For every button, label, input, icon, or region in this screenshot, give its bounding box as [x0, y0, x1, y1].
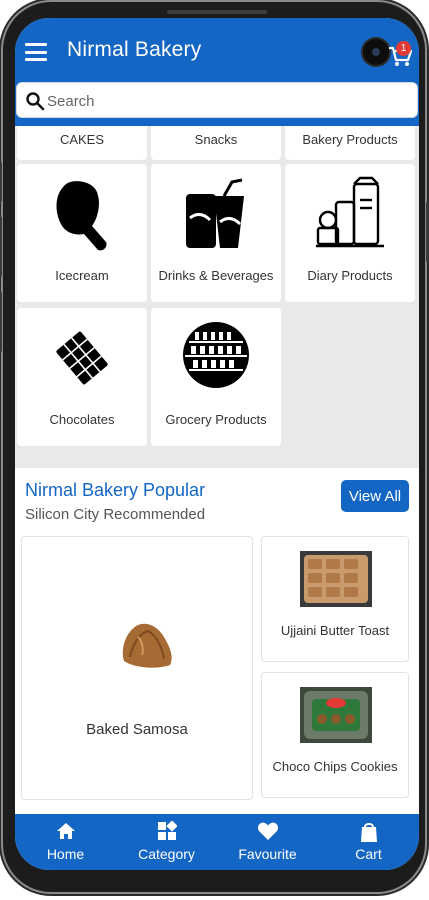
nav-label: Cart	[355, 846, 382, 862]
app-screen: Nirmal Bakery 1 CAKES	[15, 18, 419, 870]
nav-item-favourite[interactable]: Favourite	[217, 814, 318, 870]
nav-label: Category	[138, 846, 195, 862]
app-title: Nirmal Bakery	[67, 38, 202, 61]
category-label: Bakery Products	[302, 132, 398, 147]
cart-count-badge: 1	[396, 41, 411, 56]
chocolate-icon	[56, 331, 108, 385]
nav-label: Favourite	[238, 846, 297, 862]
product-card-baked-samosa[interactable]: Baked Samosa	[21, 536, 253, 800]
category-label: Snacks	[194, 132, 238, 147]
category-label: Diary Products	[307, 268, 393, 283]
hamburger-menu-icon[interactable]	[25, 43, 47, 61]
bottom-navigation: Home Category Favourite Cart	[15, 814, 419, 870]
category-label: Chocolates	[49, 412, 115, 427]
category-tile-bakery-products[interactable]: Bakery Products	[285, 126, 415, 160]
phone-frame: Nirmal Bakery 1 CAKES	[0, 2, 429, 892]
view-all-button[interactable]: View All	[341, 480, 409, 512]
home-icon	[56, 823, 75, 839]
category-tile-drinks[interactable]: Drinks & Beverages	[151, 164, 281, 302]
category-tile-icecream[interactable]: Icecream	[17, 164, 147, 302]
dairy-icon	[316, 176, 384, 248]
category-tile-dairy-products[interactable]: Diary Products	[285, 164, 415, 302]
heart-icon	[257, 822, 278, 840]
product-name: Baked Samosa	[86, 721, 188, 738]
product-card-choco-chips-cookies[interactable]: Choco Chips Cookies	[261, 672, 409, 798]
icecream-icon	[56, 181, 107, 251]
volume-button	[0, 217, 2, 277]
volume-button	[0, 162, 2, 202]
search-icon	[26, 92, 45, 111]
grocery-icon	[183, 322, 249, 388]
category-label: Grocery Products	[165, 412, 267, 427]
earpiece	[167, 10, 267, 14]
product-name: Ujjaini Butter Toast	[280, 623, 390, 638]
section-subtitle: Silicon City Recommended	[25, 506, 206, 523]
category-label: CAKES	[59, 132, 105, 147]
category-tile-snacks[interactable]: Snacks	[151, 126, 281, 160]
home-content[interactable]: CAKES Snacks Bakery Products Icecream Dr…	[15, 126, 419, 814]
product-card-ujjaini-butter-toast[interactable]: Ujjaini Butter Toast	[261, 536, 409, 662]
category-tile-grocery-products[interactable]: Grocery Products	[151, 308, 281, 446]
bixby-button	[0, 292, 2, 352]
drinks-icon	[186, 178, 244, 248]
nav-label: Home	[46, 846, 85, 862]
cookies-image	[300, 687, 372, 743]
category-icon	[157, 821, 177, 840]
product-name: Choco Chips Cookies	[272, 759, 398, 774]
section-title: Nirmal Bakery Popular	[25, 480, 206, 500]
butter-toast-image	[300, 551, 372, 607]
category-label: Drinks & Beverages	[158, 268, 274, 283]
popular-section: Nirmal Bakery Popular Silicon City Recom…	[15, 468, 419, 814]
search-input[interactable]	[47, 87, 407, 115]
nav-item-home[interactable]: Home	[15, 814, 116, 870]
app-header: Nirmal Bakery 1	[15, 18, 419, 126]
samosa-image	[122, 623, 172, 668]
search-bar[interactable]	[16, 82, 418, 118]
category-tile-cakes[interactable]: CAKES	[17, 126, 147, 160]
category-tile-chocolates[interactable]: Chocolates	[17, 308, 147, 446]
category-label: Icecream	[55, 268, 109, 283]
nav-item-cart[interactable]: Cart	[318, 814, 419, 870]
cart-icon	[360, 823, 377, 842]
nav-item-category[interactable]: Category	[116, 814, 217, 870]
